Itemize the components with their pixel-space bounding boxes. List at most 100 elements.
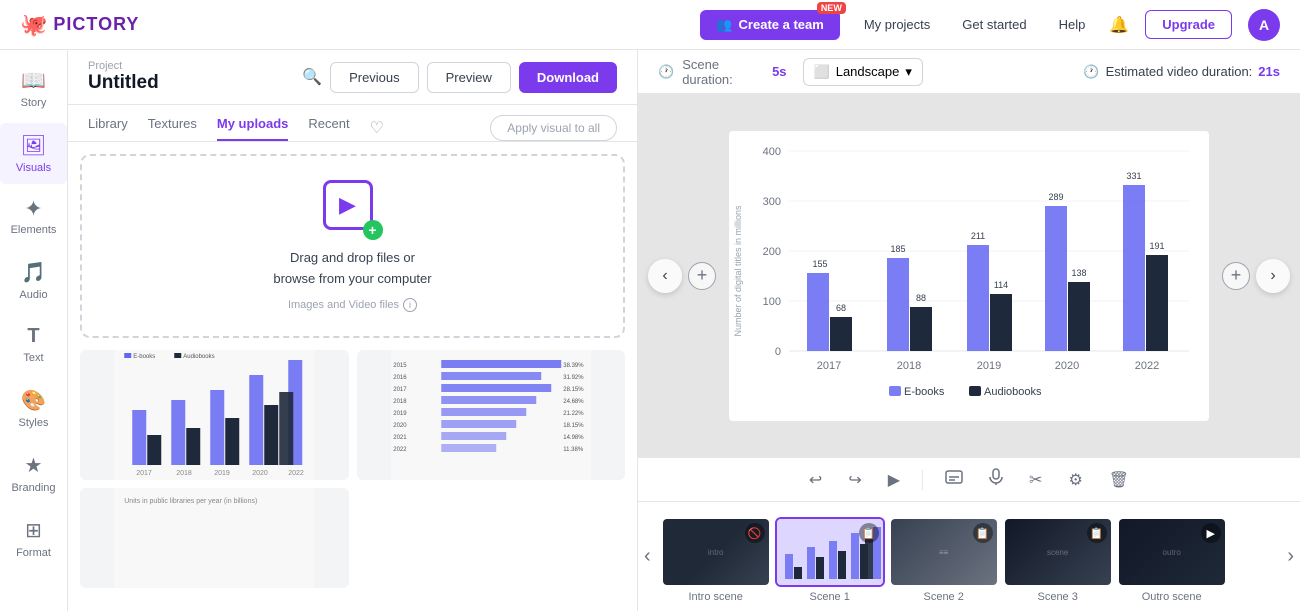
avatar[interactable]: A bbox=[1248, 9, 1280, 41]
help-link[interactable]: Help bbox=[1051, 13, 1094, 36]
svg-text:2015: 2015 bbox=[393, 363, 407, 369]
tab-library[interactable]: Library bbox=[88, 116, 128, 141]
svg-text:2019: 2019 bbox=[214, 470, 230, 477]
my-projects-link[interactable]: My projects bbox=[856, 13, 938, 36]
chart-thumb-3: Units in public libraries per year (in b… bbox=[80, 488, 349, 588]
previous-button[interactable]: Previous bbox=[330, 62, 419, 93]
svg-text:Audiobooks: Audiobooks bbox=[984, 386, 1042, 398]
video-duration: 🕐 Estimated video duration: 21s bbox=[1083, 64, 1280, 80]
svg-text:155: 155 bbox=[812, 259, 827, 269]
cut-button[interactable]: ✂ bbox=[1025, 466, 1046, 494]
scene-2-thumbnail[interactable]: ≡≡ 📋 bbox=[889, 517, 999, 587]
sidebar-item-text[interactable]: T Text bbox=[0, 315, 67, 374]
audio-icon: 🎵 bbox=[21, 260, 46, 285]
settings-button[interactable]: ⚙ bbox=[1064, 466, 1086, 494]
sidebar-item-styles[interactable]: 🎨 Styles bbox=[0, 378, 67, 439]
search-button[interactable]: 🔍 bbox=[302, 67, 322, 87]
upload-file-types: Images and Video files i bbox=[288, 298, 417, 312]
canvas-frame: 400 300 200 100 0 Number of digital titl… bbox=[729, 131, 1209, 421]
favorites-icon[interactable]: ♡ bbox=[370, 118, 384, 138]
format-icon: ⊞ bbox=[25, 518, 42, 543]
canvas-area: ‹ + 400 300 200 100 0 bbox=[638, 94, 1300, 457]
svg-text:289: 289 bbox=[1048, 192, 1063, 202]
video-duration-value: 21s bbox=[1258, 64, 1280, 79]
svg-text:114: 114 bbox=[994, 280, 1008, 290]
sidebar-item-elements-label: Elements bbox=[11, 224, 57, 236]
tab-my-uploads[interactable]: My uploads bbox=[217, 116, 289, 141]
elements-icon: ✦ bbox=[24, 198, 42, 220]
undo-button[interactable]: ↩ bbox=[805, 466, 826, 494]
sidebar-item-branding[interactable]: ★ Branding bbox=[0, 443, 67, 504]
main-chart: 400 300 200 100 0 Number of digital titl… bbox=[729, 131, 1209, 421]
svg-text:2016: 2016 bbox=[393, 375, 407, 381]
canvas-add-left-button[interactable]: + bbox=[688, 262, 716, 290]
scene-thumb-3: scene 📋 Scene 3 bbox=[1003, 517, 1113, 603]
svg-text:211: 211 bbox=[971, 231, 985, 241]
sidebar-item-elements[interactable]: ✦ Elements bbox=[0, 188, 67, 246]
svg-text:28.15%: 28.15% bbox=[563, 387, 584, 393]
sidebar-item-audio[interactable]: 🎵 Audio bbox=[0, 250, 67, 311]
sidebar-item-story[interactable]: 📖 Story bbox=[0, 58, 67, 119]
canvas-add-right-button[interactable]: + bbox=[1222, 262, 1250, 290]
timeline-prev-button[interactable]: ‹ bbox=[638, 502, 657, 611]
scene-1-label: Scene 1 bbox=[809, 591, 849, 603]
visuals-icon: 🖼 bbox=[21, 133, 46, 158]
notifications-icon[interactable]: 🔔 bbox=[1109, 15, 1129, 35]
preview-button[interactable]: Preview bbox=[427, 62, 511, 93]
svg-text:100: 100 bbox=[763, 296, 781, 308]
svg-text:2017: 2017 bbox=[136, 470, 152, 477]
thumbnail-2[interactable]: 38.39% 31.92% 28.15% 24.68% 21.22% 18.15… bbox=[357, 350, 626, 480]
svg-text:2019: 2019 bbox=[393, 411, 407, 417]
upgrade-button[interactable]: Upgrade bbox=[1145, 10, 1232, 39]
mic-button[interactable] bbox=[985, 464, 1007, 495]
svg-text:E-books: E-books bbox=[904, 386, 945, 398]
upload-icon-wrapper: ▶ + bbox=[323, 180, 383, 240]
tab-bar: Library Textures My uploads Recent ♡ App… bbox=[68, 105, 637, 142]
svg-text:11.38%: 11.38% bbox=[563, 447, 584, 453]
create-team-label: Create a team bbox=[739, 17, 824, 32]
scene-outro-thumbnail[interactable]: outro ▶ bbox=[1117, 517, 1227, 587]
tab-recent[interactable]: Recent bbox=[308, 116, 349, 141]
scene-info: 🕐 Scene duration: 5s bbox=[658, 57, 787, 87]
orientation-selector[interactable]: ⬜ Landscape ▾ bbox=[803, 58, 923, 86]
svg-text:138: 138 bbox=[1071, 268, 1086, 278]
timeline-next-button[interactable]: › bbox=[1281, 502, 1300, 611]
play-button[interactable]: ▶ bbox=[884, 466, 904, 494]
create-team-button[interactable]: 👥 Create a team NEW bbox=[700, 10, 839, 40]
scene-intro-label: Intro scene bbox=[688, 591, 742, 603]
svg-text:2021: 2021 bbox=[393, 435, 407, 441]
apply-visual-button[interactable]: Apply visual to all bbox=[490, 115, 617, 141]
sidebar-item-format[interactable]: ⊞ Format bbox=[0, 508, 67, 569]
get-started-link[interactable]: Get started bbox=[954, 13, 1034, 36]
tab-textures[interactable]: Textures bbox=[148, 116, 197, 141]
thumbnails-grid: 2017 2018 2019 2020 2022 E-books Audiobo… bbox=[68, 350, 637, 588]
download-button[interactable]: Download bbox=[519, 62, 617, 93]
canvas-nav-left-button[interactable]: ‹ bbox=[648, 259, 682, 293]
svg-text:2017: 2017 bbox=[817, 360, 841, 372]
thumbnail-1[interactable]: 2017 2018 2019 2020 2022 E-books Audiobo… bbox=[80, 350, 349, 480]
delete-button[interactable]: 🗑 bbox=[1105, 466, 1133, 494]
scene-1-thumbnail[interactable]: 📋 bbox=[775, 517, 885, 587]
scene-outro-overlay-icon: ▶ bbox=[1201, 523, 1221, 543]
project-label: Project bbox=[88, 60, 159, 72]
clock2-icon: 🕐 bbox=[1083, 64, 1099, 80]
svg-text:24.68%: 24.68% bbox=[563, 399, 584, 405]
sidebar-item-visuals[interactable]: 🖼 Visuals bbox=[0, 123, 67, 184]
canvas-toolbar: ↩ ↪ ▶ ✂ ⚙ 🗑 bbox=[638, 457, 1300, 501]
canvas-nav-right-button[interactable]: › bbox=[1256, 259, 1290, 293]
svg-text:Audiobooks: Audiobooks bbox=[183, 354, 214, 360]
app-logo[interactable]: 🐙 PICTORY bbox=[20, 12, 139, 38]
timeline-scenes: intro 🚫 Intro scene bbox=[657, 502, 1282, 611]
svg-text:31.92%: 31.92% bbox=[563, 375, 584, 381]
redo-button[interactable]: ↪ bbox=[844, 466, 865, 494]
scene-thumb-outro: outro ▶ Outro scene bbox=[1117, 517, 1227, 603]
scene-intro-thumbnail[interactable]: intro 🚫 bbox=[661, 517, 771, 587]
svg-text:2022: 2022 bbox=[1135, 360, 1159, 372]
scene-thumb-2: ≡≡ 📋 Scene 2 bbox=[889, 517, 999, 603]
thumbnail-3[interactable]: Units in public libraries per year (in b… bbox=[80, 488, 349, 588]
scene-3-thumbnail[interactable]: scene 📋 bbox=[1003, 517, 1113, 587]
scene-3-overlay-icon: 📋 bbox=[1087, 523, 1107, 543]
upload-area[interactable]: ▶ + Drag and drop files orbrowse from yo… bbox=[80, 154, 625, 338]
scene-thumb-intro: intro 🚫 Intro scene bbox=[661, 517, 771, 603]
subtitle-button[interactable] bbox=[941, 466, 967, 493]
